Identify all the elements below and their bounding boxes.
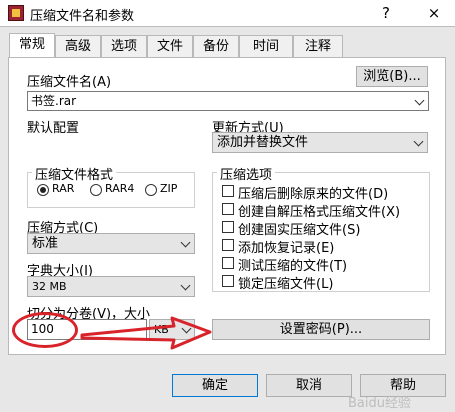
tab-files[interactable]: 文件 <box>147 35 193 57</box>
test-files-label[interactable]: 测试压缩的文件(T) <box>238 255 347 274</box>
tab-general[interactable]: 常规 <box>9 33 55 58</box>
annotation-ellipse <box>12 312 78 348</box>
close-icon[interactable]: × <box>424 3 444 23</box>
delete-after-checkbox[interactable] <box>222 185 234 197</box>
cancel-button[interactable]: 取消 <box>266 374 352 397</box>
sfx-checkbox[interactable] <box>222 203 234 215</box>
browse-button[interactable]: 浏览(B)... <box>356 66 428 87</box>
window-title: 压缩文件名和参数 <box>30 9 135 24</box>
chevron-down-icon[interactable] <box>414 95 425 106</box>
sfx-label[interactable]: 创建自解压格式压缩文件(X) <box>238 201 400 220</box>
format-rar-radio[interactable] <box>37 184 49 196</box>
solid-label[interactable]: 创建固实压缩文件(S) <box>238 219 360 238</box>
update-method-value: 添加并替换文件 <box>217 135 309 150</box>
format-rar-label[interactable]: RAR <box>52 182 74 195</box>
watermark: Baidu经验 <box>348 396 411 411</box>
tab-comment[interactable]: 注释 <box>293 35 343 57</box>
tab-backup[interactable]: 备份 <box>193 35 239 57</box>
format-rar4-label[interactable]: RAR4 <box>105 182 134 195</box>
format-zip-label[interactable]: ZIP <box>160 182 177 195</box>
dictionary-size-value: 32 MB <box>32 280 67 293</box>
solid-checkbox[interactable] <box>222 221 234 233</box>
tab-options[interactable]: 选项 <box>101 35 147 57</box>
recovery-record-label[interactable]: 添加恢复记录(E) <box>238 237 334 256</box>
tab-time[interactable]: 时间 <box>239 35 293 57</box>
recovery-record-checkbox[interactable] <box>222 239 234 251</box>
title-divider <box>0 26 455 27</box>
delete-after-label[interactable]: 压缩后删除原来的文件(D) <box>238 183 388 202</box>
chevron-down-icon <box>413 136 424 147</box>
archive-name-label: 压缩文件名(A) <box>27 75 112 90</box>
chevron-down-icon <box>180 237 191 248</box>
archive-name-value: 书签.rar <box>31 94 77 108</box>
help-icon[interactable]: ? <box>376 3 396 23</box>
lock-archive-label[interactable]: 锁定压缩文件(L) <box>238 273 333 292</box>
default-profile-label[interactable]: 默认配置 <box>27 117 79 136</box>
compression-options-label: 压缩选项 <box>217 164 276 183</box>
chevron-down-icon <box>180 280 191 291</box>
set-password-button[interactable]: 设置密码(P)... <box>212 319 430 340</box>
test-files-checkbox[interactable] <box>222 257 234 269</box>
dictionary-size-select[interactable]: 32 MB <box>27 276 195 297</box>
update-method-select[interactable]: 添加并替换文件 <box>212 132 428 153</box>
lock-archive-checkbox[interactable] <box>222 275 234 287</box>
archive-name-input[interactable]: 书签.rar <box>27 91 429 111</box>
archive-format-label: 压缩文件格式 <box>32 164 117 183</box>
compression-method-select[interactable]: 标准 <box>27 233 195 254</box>
format-rar4-radio[interactable] <box>90 184 102 196</box>
ok-button[interactable]: 确定 <box>172 374 258 397</box>
compression-method-value: 标准 <box>32 236 59 251</box>
winrar-app-icon <box>8 5 24 21</box>
annotation-arrow <box>80 316 212 350</box>
format-zip-radio[interactable] <box>145 184 157 196</box>
tab-advanced[interactable]: 高级 <box>55 35 101 57</box>
